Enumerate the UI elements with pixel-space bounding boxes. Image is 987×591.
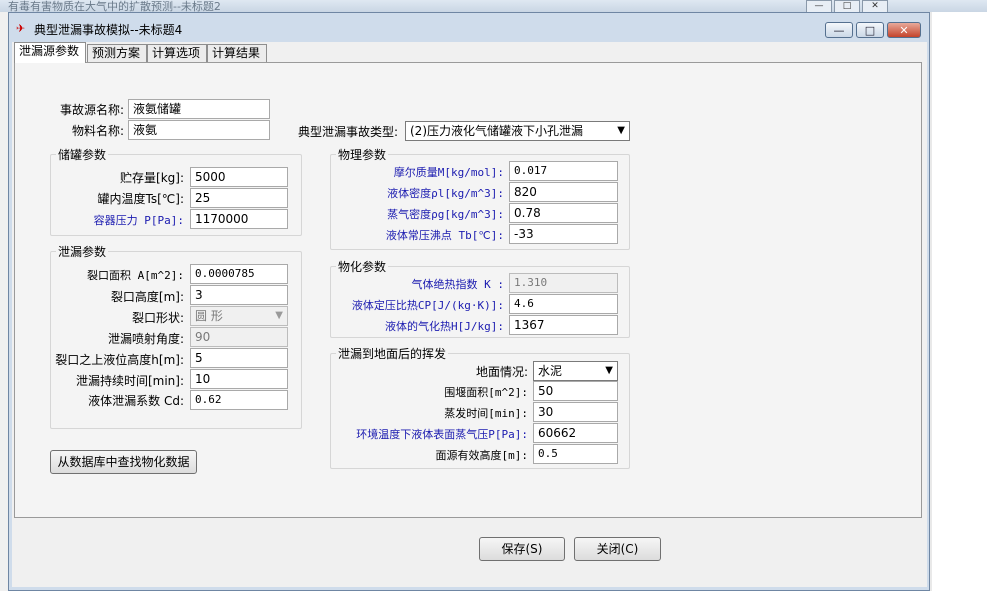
chevron-down-icon: ▼: [605, 365, 613, 376]
molar-mass-input[interactable]: 0.017: [509, 161, 618, 181]
minimize-button[interactable]: —: [825, 22, 853, 38]
tank-params-title: 储罐参数: [56, 146, 109, 163]
specific-heat-input[interactable]: 4.6: [509, 294, 618, 314]
physical-field-label: 摩尔质量M[kg/mol]:: [393, 166, 504, 179]
liquid-level-input[interactable]: 5: [190, 348, 288, 368]
tank-field-label: 贮存量[kg]:: [120, 171, 184, 185]
chemical-field-label: 气体绝热指数 K :: [411, 278, 505, 291]
crack-shape-value: 圆 形: [195, 309, 223, 323]
background-window-area: [932, 12, 987, 591]
accident-type-select[interactable]: (2)压力液化气储罐液下小孔泄漏 ▼: [405, 121, 630, 141]
dike-area-input[interactable]: 50: [533, 381, 618, 401]
ground-condition-value: 水泥: [538, 364, 563, 378]
tank-field-label: 罐内温度Ts[℃]:: [97, 192, 184, 206]
adiabatic-index-input: 1.310: [509, 273, 618, 293]
jet-angle-input: 90: [190, 327, 288, 347]
accident-type-value: (2)压力液化气储罐液下小孔泄漏: [410, 124, 583, 138]
leak-field-label: 泄漏喷射角度:: [107, 332, 184, 346]
chevron-down-icon: ▼: [275, 310, 283, 321]
app-icon: ✈: [16, 22, 26, 35]
tab-prediction-scheme[interactable]: 预测方案: [87, 44, 147, 62]
liquid-density-input[interactable]: 820: [509, 182, 618, 202]
save-button[interactable]: 保存(S): [479, 537, 565, 561]
storage-mass-input[interactable]: 5000: [190, 167, 288, 187]
evaporation-field-label: 围堰面积[m^2]:: [444, 386, 528, 399]
vapor-pressure-input[interactable]: 60662: [533, 423, 618, 443]
evaporation-field-label: 环境温度下液体表面蒸气压P[Pa]:: [356, 428, 528, 441]
close-button[interactable]: 关闭(C): [574, 537, 661, 561]
evaporation-title: 泄漏到地面后的挥发: [336, 345, 449, 362]
dialog-title: 典型泄漏事故模拟--未标题4: [34, 23, 183, 37]
leak-field-label: 裂口高度[m]:: [110, 290, 184, 304]
evaporation-field-label: 面源有效高度[m]:: [435, 449, 529, 462]
evaporation-field-label: 蒸发时间[min]:: [444, 407, 528, 420]
chemical-field-label: 液体定压比热CP[J/(kg·K)]:: [351, 299, 504, 312]
leak-field-label: 裂口形状:: [131, 311, 184, 325]
tank-field-label: 容器压力 P[Pa]:: [93, 214, 184, 227]
ground-condition-select[interactable]: 水泥 ▼: [533, 361, 618, 381]
vessel-pressure-input[interactable]: 1170000: [190, 209, 288, 229]
chevron-down-icon: ▼: [617, 125, 625, 136]
lookup-database-button[interactable]: 从数据库中查找物化数据: [50, 450, 197, 474]
boiling-point-input[interactable]: -33: [509, 224, 618, 244]
crack-height-input[interactable]: 3: [190, 285, 288, 305]
evaporation-field-label: 地面情况:: [475, 365, 528, 379]
leak-field-label: 泄漏持续时间[min]:: [75, 374, 184, 388]
tank-temperature-input[interactable]: 25: [190, 188, 288, 208]
evaporation-time-input[interactable]: 30: [533, 402, 618, 422]
vaporization-heat-input[interactable]: 1367: [509, 315, 618, 335]
accident-type-label: 典型泄漏事故类型:: [297, 125, 398, 139]
material-name-input[interactable]: 液氨: [128, 120, 270, 140]
close-window-button[interactable]: ✕: [887, 22, 921, 38]
leak-field-label: 液体泄漏系数 Cd:: [88, 394, 184, 408]
source-height-input[interactable]: 0.5: [533, 444, 618, 464]
material-name-label: 物料名称:: [71, 124, 124, 138]
crack-shape-select: 圆 形 ▼: [190, 306, 288, 326]
leak-params-title: 泄漏参数: [56, 243, 109, 260]
maximize-button[interactable]: □: [856, 22, 884, 38]
tab-calc-results[interactable]: 计算结果: [207, 44, 267, 62]
tab-calc-options[interactable]: 计算选项: [147, 44, 207, 62]
source-name-input[interactable]: 液氨储罐: [128, 99, 270, 119]
physical-field-label: 液体密度ρl[kg/m^3]:: [387, 187, 504, 200]
chemical-field-label: 液体的气化热H[J/kg]:: [385, 320, 504, 333]
leak-coefficient-input[interactable]: 0.62: [190, 390, 288, 410]
physical-params-title: 物理参数: [336, 146, 389, 163]
leak-duration-input[interactable]: 10: [190, 369, 288, 389]
crack-area-input[interactable]: 0.0000785: [190, 264, 288, 284]
physical-field-label: 蒸气密度ρg[kg/m^3]:: [387, 208, 504, 221]
chemical-params-title: 物化参数: [336, 258, 389, 275]
source-name-label: 事故源名称:: [59, 103, 124, 117]
tab-leak-source-params[interactable]: 泄漏源参数: [14, 42, 86, 63]
leak-field-label: 裂口之上液位高度h[m]:: [55, 353, 184, 367]
vapor-density-input[interactable]: 0.78: [509, 203, 618, 223]
leak-field-label: 裂口面积 A[m^2]:: [87, 269, 184, 282]
physical-field-label: 液体常压沸点 Tb[℃]:: [385, 229, 504, 242]
